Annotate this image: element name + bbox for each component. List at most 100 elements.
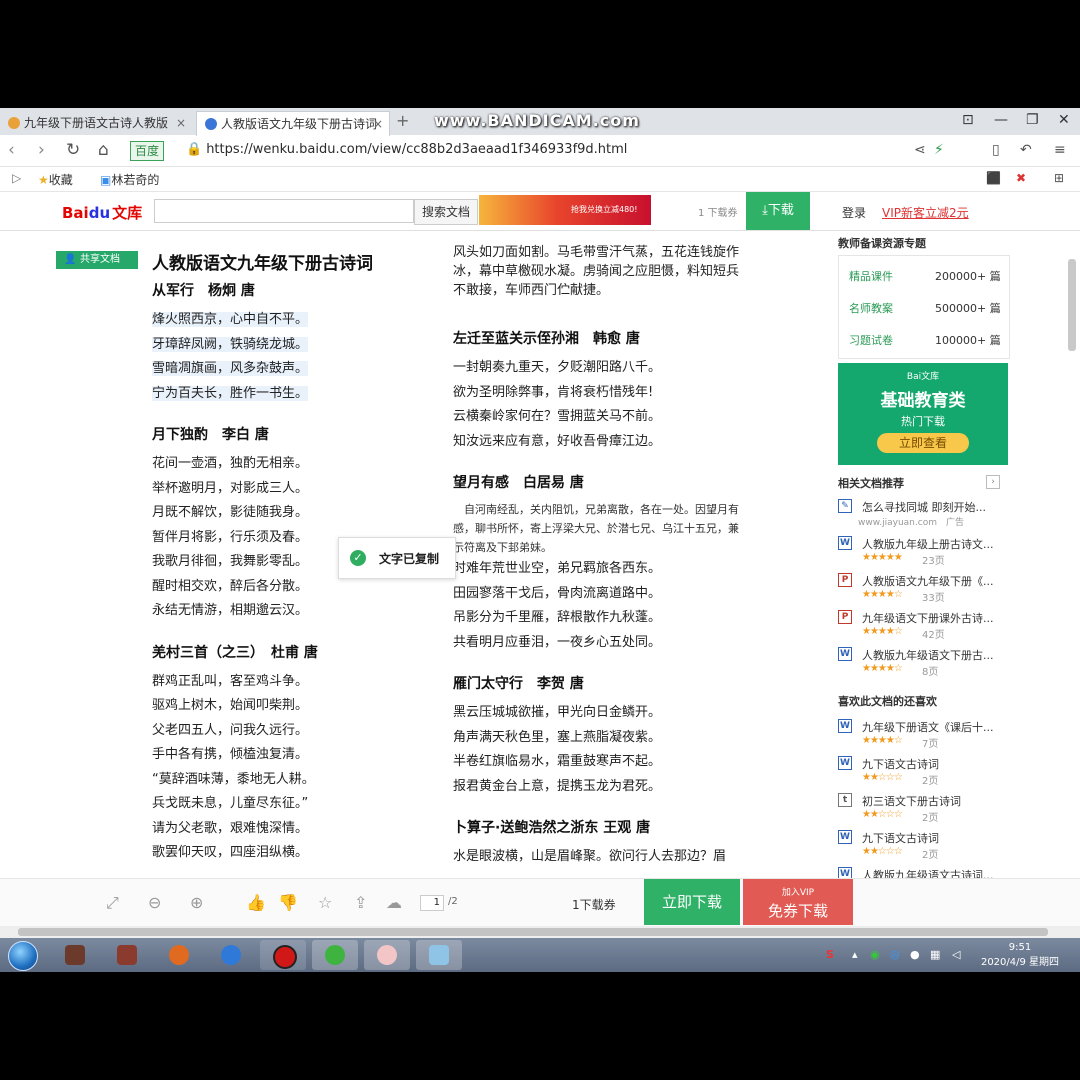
network-icon[interactable]: ▦	[930, 948, 940, 961]
wenku-logo[interactable]: Baidu 文库	[62, 202, 142, 223]
rating-stars: ★★☆☆☆	[862, 772, 903, 783]
sidebar-toggle-icon[interactable]: ▷	[12, 171, 21, 185]
doc-item[interactable]: W 九年级下册语文《课后十... ★★★★☆ 7页	[838, 717, 1010, 753]
banner-button[interactable]: 立即查看	[877, 433, 969, 453]
block-icon[interactable]: ✖	[1016, 171, 1026, 185]
phone-icon[interactable]: ▯	[992, 142, 1000, 158]
login-link[interactable]: 登录	[842, 204, 866, 221]
poem-text: 兵戈既未息，儿童尽东征。”	[152, 796, 309, 811]
close-icon[interactable]: ×	[373, 112, 383, 136]
taskbar-app[interactable]	[260, 940, 306, 970]
lightning-icon[interactable]: ⚡	[934, 142, 944, 158]
vip-promo-link[interactable]: VIP新客立减2元	[882, 204, 969, 221]
new-tab-button[interactable]: +	[396, 111, 409, 130]
taskbar-app[interactable]	[208, 940, 254, 970]
education-banner[interactable]: Bai文库 基础教育类 热门下载 立即查看	[838, 363, 1008, 465]
volume-icon[interactable]: ◁	[952, 948, 960, 961]
start-button[interactable]	[8, 941, 38, 971]
scroll-thumb[interactable]	[18, 928, 1048, 936]
close-icon[interactable]: ×	[176, 111, 186, 135]
close-window-icon[interactable]: ✕	[1058, 112, 1070, 128]
doc-item[interactable]: P 九年级语文下册课外古诗... ★★★★☆ 42页	[838, 608, 1010, 644]
search-input[interactable]	[154, 199, 414, 223]
resource-item[interactable]: 精品课件 200000+ 篇	[849, 268, 1001, 284]
doc-item[interactable]: W 人教版九年级语文下册古... ★★★★☆ 8页	[838, 645, 1010, 681]
taskbar-app[interactable]	[104, 940, 150, 970]
vip-download-button[interactable]: 加入VIP 免券下载	[743, 879, 853, 925]
download-now-button[interactable]: 立即下载	[644, 879, 740, 925]
poem-heading: 卜算子·送鲍浩然之浙东 王观 唐	[453, 817, 743, 837]
doc-item[interactable]: W 九下语文古诗词 ★★☆☆☆ 2页	[838, 828, 1010, 864]
clock[interactable]: 9:51 2020/4/9 星期四	[980, 940, 1060, 970]
doc-item[interactable]: t 初三语文下册古诗词 ★★☆☆☆ 2页	[838, 791, 1010, 827]
zoom-in-icon[interactable]: ⊕	[190, 893, 203, 912]
poem-text: 群鸡正乱叫，客至鸡斗争。	[152, 673, 309, 689]
undo-icon[interactable]: ↶	[1020, 142, 1032, 158]
rating-stars: ★★★★☆	[862, 735, 903, 746]
reload-icon[interactable]: ↻	[66, 140, 80, 160]
horizontal-scrollbar[interactable]	[0, 926, 1080, 938]
shirt-skin-icon[interactable]: ⊡	[962, 112, 974, 128]
chevron-right-icon[interactable]: ›	[986, 475, 1000, 489]
thumbs-up-icon[interactable]: 👍	[246, 893, 266, 912]
page-total: /2	[448, 896, 458, 907]
share-tag: 👤 共享文档	[56, 251, 138, 269]
tab-2[interactable]: 人教版语文九年级下册古诗词 ×	[196, 111, 390, 136]
star-icon[interactable]: ☆	[318, 893, 332, 912]
record-icon	[273, 945, 297, 969]
menu-icon[interactable]: ≡	[1054, 142, 1066, 158]
extension-icon[interactable]: ⬛	[986, 171, 1001, 185]
url-field[interactable]: 🔒 https://wenku.baidu.com/view/cc88b2d3ae…	[186, 142, 627, 157]
word-doc-icon: W	[838, 756, 852, 770]
ad-banner[interactable]: 抢我兑换立减480!	[479, 195, 651, 225]
cloud-icon[interactable]: ☁	[386, 893, 402, 912]
taskbar-app[interactable]	[364, 940, 410, 970]
tray-app-icon[interactable]: ◉	[870, 948, 880, 961]
doc-item[interactable]: W 人教版九年级上册古诗文... ★★★★★ 23页	[838, 534, 1010, 570]
doc-item[interactable]: W 九下语文古诗词 ★★☆☆☆ 2页	[838, 754, 1010, 790]
download-button[interactable]: ⤓下载	[746, 192, 810, 230]
taskbar-app[interactable]	[156, 940, 202, 970]
poem-heading: 月下独酌 李白 唐	[152, 424, 422, 444]
doc-item[interactable]: ✎ 怎么寻找同城 即刻开始... www.jiayuan.com 广告	[838, 497, 1010, 533]
fullscreen-icon[interactable]: ⤢	[106, 893, 119, 913]
poem-line: 共看明月应垂泪，一夜乡心五处同。	[453, 631, 743, 656]
resource-item[interactable]: 名师教案 500000+ 篇	[849, 300, 1001, 316]
vertical-scrollbar[interactable]	[1068, 259, 1076, 351]
poem-text: 宁为百夫长，胜作一书生。	[152, 385, 309, 401]
bookmark-item[interactable]: ▣林若奇的	[100, 171, 159, 188]
poem-text: 请为父老歌，艰难愧深情。	[152, 820, 309, 836]
share-tag-label: 共享文档	[80, 254, 120, 265]
restore-icon[interactable]: ❐	[1026, 112, 1039, 128]
tab-1[interactable]: 九年级下册语文古诗人教版 ×	[0, 111, 192, 135]
grid-icon[interactable]: ⊞	[1054, 171, 1064, 185]
ime-icon[interactable]: S	[826, 948, 834, 961]
doc-item[interactable]: P 人教版语文九年级下册《... ★★★★☆ 33页	[838, 571, 1010, 607]
share-icon[interactable]: ⇪	[354, 893, 367, 912]
back-icon[interactable]: ‹	[8, 140, 15, 160]
bookmark-favorites[interactable]: ★收藏	[38, 171, 73, 188]
poem-text: 望月有感 白居易 唐	[453, 475, 584, 491]
poem-text: 欲为圣明除弊事，肯将衰朽惜残年!	[453, 384, 654, 400]
taskbar-app[interactable]	[312, 940, 358, 970]
taskbar-app[interactable]	[416, 940, 462, 970]
thumbs-down-icon[interactable]: 👎	[278, 893, 298, 912]
doc-title: 九下语文古诗词	[862, 758, 939, 771]
tray-arrow-icon[interactable]: ▴	[852, 948, 858, 961]
page-input[interactable]: 1	[420, 895, 444, 911]
poem-line: 吊影分为千里雁，辞根散作九秋蓬。	[453, 606, 743, 631]
qq-tray-icon[interactable]: ●	[910, 948, 920, 961]
resource-item[interactable]: 习题试卷 100000+ 篇	[849, 332, 1001, 348]
zoom-out-icon[interactable]: ⊖	[148, 893, 161, 912]
tray-app-icon[interactable]: ◎	[890, 948, 900, 961]
search-button[interactable]: 搜索文档	[414, 199, 478, 225]
taskbar-app[interactable]	[52, 940, 98, 970]
page-count: 2页	[922, 813, 939, 824]
minimize-icon[interactable]: —	[994, 112, 1008, 128]
forward-icon[interactable]: ›	[38, 140, 45, 160]
share-icon[interactable]: ⋖	[914, 142, 926, 158]
search-engine-badge[interactable]: 百度	[130, 141, 165, 161]
url-text: https://wenku.baidu.com/view/cc88b2d3aea…	[206, 142, 628, 157]
home-icon[interactable]: ⌂	[98, 140, 109, 160]
logo-part-2: du	[88, 204, 111, 222]
